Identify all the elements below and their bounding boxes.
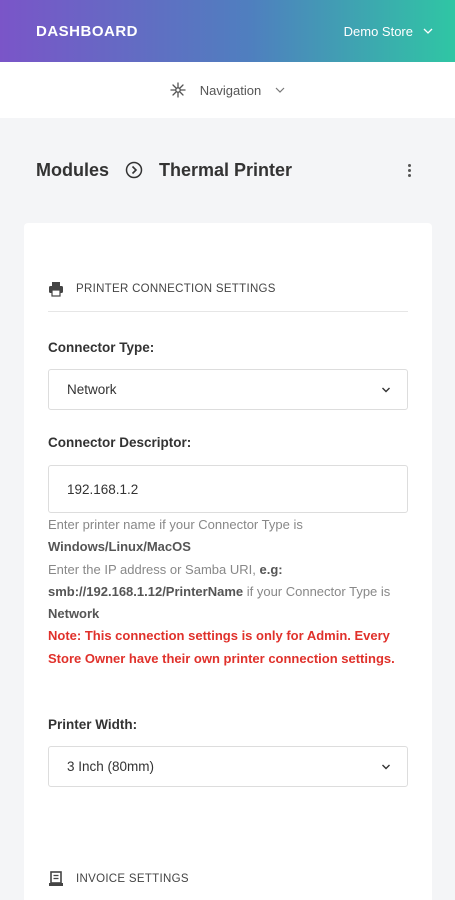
admin-note: Note: This connection settings is only f… <box>48 628 395 666</box>
chevron-down-icon <box>382 387 390 392</box>
navigation-icon <box>170 82 186 98</box>
printer-connection-header: PRINTER CONNECTION SETTINGS <box>48 281 408 312</box>
chevron-down-icon <box>382 764 390 769</box>
receipt-icon <box>49 871 63 886</box>
navigation-bar: Navigation <box>0 62 455 118</box>
chevron-down-icon <box>423 28 433 34</box>
connector-type-label: Connector Type: <box>48 340 155 355</box>
invoice-settings-header: INVOICE SETTINGS <box>48 871 408 887</box>
connector-descriptor-label: Connector Descriptor: <box>48 435 192 450</box>
printer-width-value: 3 Inch (80mm) <box>67 759 155 774</box>
breadcrumb-current: Thermal Printer <box>159 159 293 180</box>
help-line1: Enter printer name if your Connector Typ… <box>48 517 303 532</box>
store-switcher[interactable]: Demo Store <box>344 24 433 39</box>
breadcrumb: Modules Thermal Printer <box>36 156 419 184</box>
settings-card: PRINTER CONNECTION SETTINGS Connector Ty… <box>24 223 432 900</box>
connector-type-select[interactable]: Network <box>48 369 408 410</box>
printer-icon <box>49 282 63 297</box>
help-network: Network <box>48 606 100 622</box>
help-line2-cont: if your Connector Type is <box>243 583 391 599</box>
top-bar: DASHBOARD Demo Store <box>0 0 455 62</box>
printer-width-select[interactable]: 3 Inch (80mm) <box>48 746 408 787</box>
navigation-toggle[interactable]: Navigation <box>170 82 285 98</box>
help-line2: Enter the IP address or Samba URI, <box>48 561 260 577</box>
printer-section-title: PRINTER CONNECTION SETTINGS <box>76 283 276 295</box>
connector-type-value: Network <box>67 382 117 397</box>
breadcrumb-modules[interactable]: Modules <box>36 160 109 181</box>
invoice-section-title: INVOICE SETTINGS <box>76 873 189 885</box>
help-os-list: Windows/Linux/MacOS <box>48 539 191 555</box>
chevron-down-icon <box>275 87 285 93</box>
navigation-label: Navigation <box>199 82 262 98</box>
chevron-right-circle-icon <box>125 161 143 179</box>
printer-width-label: Printer Width: <box>48 717 138 732</box>
connector-help-text: Enter printer name if your Connector Typ… <box>48 514 413 670</box>
store-name: Demo Store <box>343 23 413 39</box>
connector-descriptor-input[interactable] <box>48 465 408 513</box>
dashboard-brand[interactable]: DASHBOARD <box>36 23 138 40</box>
more-options-icon[interactable] <box>399 160 419 180</box>
